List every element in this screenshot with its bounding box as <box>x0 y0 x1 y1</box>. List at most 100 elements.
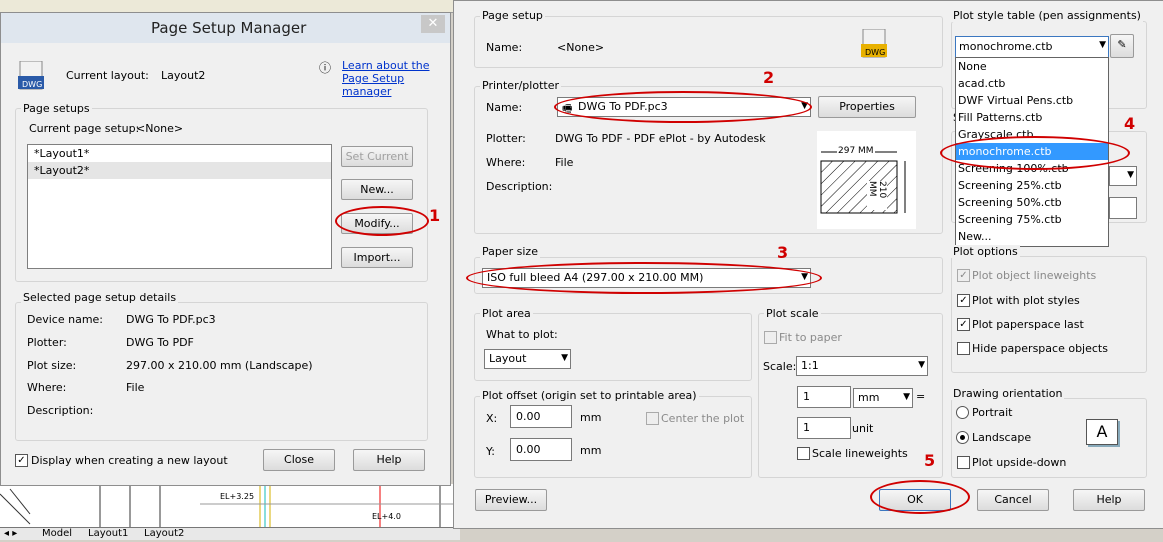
what-to-plot-select[interactable]: Layout ▼ <box>484 349 571 369</box>
dropdown-option[interactable]: Fill Patterns.ctb <box>956 109 1108 126</box>
properties-button[interactable]: Properties <box>818 96 916 118</box>
annotation-oval-paper <box>466 262 822 294</box>
dropdown-option[interactable]: acad.ctb <box>956 75 1108 92</box>
close-icon[interactable]: ✕ <box>421 15 445 33</box>
dropdown-option[interactable]: Screening 25%.ctb <box>956 177 1108 194</box>
detail-label: Device name: <box>27 313 104 326</box>
dropdown-option[interactable]: Screening 75%.ctb <box>956 211 1108 228</box>
plot-lineweights-checkbox[interactable]: ✓ <box>957 269 970 282</box>
y-offset-input[interactable]: 0.00 <box>510 438 572 461</box>
learn-link-line2[interactable]: Page Setup manager <box>342 72 450 98</box>
fit-to-paper-checkbox[interactable] <box>764 331 777 344</box>
paperspace-last-checkbox[interactable]: ✓ <box>957 318 970 331</box>
orientation-label: Drawing orientation <box>951 387 1065 400</box>
plot-style-label: Plot style table (pen assignments) <box>951 9 1143 22</box>
plotter-value: DWG To PDF - PDF ePlot - by Autodesk <box>555 132 766 145</box>
detail-value: 297.00 x 210.00 mm (Landscape) <box>126 359 313 372</box>
cad-label-elevation-1: EL+3.25 <box>220 492 255 501</box>
orientation-icon: A <box>1086 419 1118 445</box>
page-setups-list[interactable]: *Layout1* *Layout2* <box>27 144 332 269</box>
dropdown-option[interactable]: Screening 50%.ctb <box>956 194 1108 211</box>
paper-size-label: Paper size <box>480 245 540 258</box>
dwg-icon-text: DWG <box>22 80 42 89</box>
plot-options-label: Plot options <box>951 245 1020 258</box>
current-setup-label: Current page setup: <box>29 122 140 135</box>
title-bar: Page Setup Manager ✕ <box>1 13 450 43</box>
new-button[interactable]: New... <box>341 179 413 200</box>
detail-label: Plotter: <box>27 336 67 349</box>
set-current-button[interactable]: Set Current <box>341 146 413 167</box>
upside-down-checkbox[interactable] <box>957 456 970 469</box>
cancel-button[interactable]: Cancel <box>977 489 1049 511</box>
shade-plot-select[interactable]: ▼ <box>1109 166 1137 186</box>
import-button[interactable]: Import... <box>341 247 413 268</box>
page-setups-label: Page setups <box>21 102 92 115</box>
dpi-input[interactable] <box>1109 197 1137 219</box>
tab-layout1[interactable]: Layout1 <box>88 528 128 539</box>
cad-label-elevation-2: EL+4.0 <box>372 512 401 521</box>
layout-tabs: ◂ ▸ Model Layout1 Layout2 <box>0 527 460 540</box>
plot-styles-checkbox[interactable]: ✓ <box>957 294 970 307</box>
paperspace-last-label: Plot paperspace last <box>972 318 1084 331</box>
scale-denominator-input[interactable]: 1 <box>797 417 851 439</box>
where-value: File <box>555 156 574 169</box>
detail-label: Where: <box>27 381 67 394</box>
current-setup-value: <None> <box>136 122 184 135</box>
where-label: Where: <box>486 156 526 169</box>
current-layout-value: Layout2 <box>161 69 206 82</box>
portrait-radio[interactable] <box>956 406 969 419</box>
dropdown-option[interactable]: DWF Virtual Pens.ctb <box>956 92 1108 109</box>
edit-plot-style-icon[interactable]: ✎ <box>1110 34 1134 58</box>
description-label: Description: <box>486 180 553 193</box>
tab-model[interactable]: Model <box>42 528 72 539</box>
hide-paperspace-label: Hide paperspace objects <box>972 342 1108 355</box>
learn-link-line1[interactable]: Learn about the <box>342 59 430 72</box>
scale-numerator-input[interactable]: 1 <box>797 386 851 408</box>
page-setup-name-label: Name: <box>486 41 523 54</box>
preview-button[interactable]: Preview... <box>475 489 547 511</box>
fit-to-paper-label: Fit to paper <box>779 331 842 344</box>
scale-lineweights-checkbox[interactable] <box>797 447 810 460</box>
y-offset-value: 0.00 <box>516 443 541 456</box>
dropdown-option[interactable]: New... <box>956 228 1108 245</box>
plot-style-select[interactable]: monochrome.ctb ▼ <box>955 36 1109 58</box>
tab-layout2[interactable]: Layout2 <box>144 528 184 539</box>
close-button[interactable]: Close <box>263 449 335 471</box>
what-to-plot-value: Layout <box>489 352 527 365</box>
plot-area-label: Plot area <box>480 307 533 320</box>
detail-label: Description: <box>27 404 94 417</box>
scale-select[interactable]: 1:1 ▼ <box>796 356 928 376</box>
hide-paperspace-checkbox[interactable] <box>957 342 970 355</box>
dropdown-option[interactable]: None <box>956 58 1108 75</box>
help-button[interactable]: Help <box>353 449 425 471</box>
annotation-number: 2 <box>763 68 775 87</box>
tab-nav-icon[interactable]: ◂ ▸ <box>4 528 17 539</box>
x-unit: mm <box>580 411 602 424</box>
plot-offset-label: Plot offset (origin set to printable are… <box>480 389 699 402</box>
scale-unit-select[interactable]: mm ▼ <box>853 388 913 408</box>
scale-value: 1:1 <box>801 359 819 372</box>
scale-numerator-value: 1 <box>803 390 810 403</box>
detail-value: DWG To PDF.pc3 <box>126 313 216 326</box>
center-plot-label: Center the plot <box>661 412 745 425</box>
dwg-file-icon: DWG <box>18 60 46 91</box>
plot-lineweights-label: Plot object lineweights <box>972 269 1097 282</box>
paper-preview: 297 MM 210 MM <box>817 131 916 229</box>
landscape-radio[interactable] <box>956 431 969 444</box>
annotation-oval-plotstyle <box>940 136 1130 170</box>
list-item[interactable]: *Layout2* <box>28 162 331 179</box>
dwg-icon-text: DWG <box>865 48 885 57</box>
annotation-number: 4 <box>1124 114 1136 133</box>
center-plot-checkbox[interactable] <box>646 412 659 425</box>
list-item[interactable]: *Layout1* <box>28 145 331 162</box>
printer-name-label: Name: <box>486 101 523 114</box>
details-label: Selected page setup details <box>21 291 179 304</box>
y-label: Y: <box>486 445 495 458</box>
preview-height-label: 210 MM <box>867 181 887 210</box>
x-offset-input[interactable]: 0.00 <box>510 405 572 428</box>
preview-width-label: 297 MM <box>837 146 875 156</box>
help-button[interactable]: Help <box>1073 489 1145 511</box>
display-new-layout-checkbox[interactable]: ✓ <box>15 454 28 467</box>
display-new-layout-label: Display when creating a new layout <box>31 454 228 467</box>
page-setup-name-value: <None> <box>557 41 605 54</box>
